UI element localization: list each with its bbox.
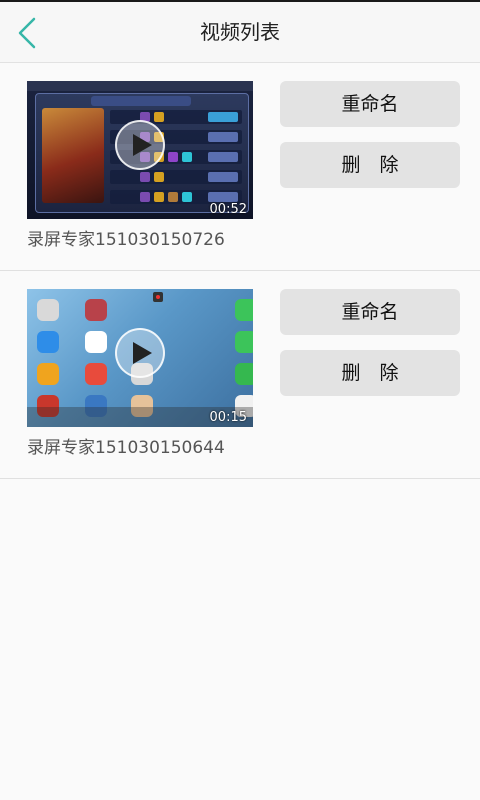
thumbnail-image: [91, 96, 191, 106]
rename-button[interactable]: 重命名: [280, 81, 460, 127]
thumbnail-image: [140, 172, 150, 182]
video-duration: 00:15: [209, 410, 247, 425]
thumbnail-image: [182, 192, 192, 202]
app-icon: [85, 363, 107, 385]
thumbnail-image: [110, 170, 242, 184]
app-icon: [85, 331, 107, 353]
video-thumbnail[interactable]: 00:52: [27, 81, 253, 219]
thumbnail-image: [168, 192, 178, 202]
video-list-item: 00:52 录屏专家151030150726 重命名 删 除: [0, 63, 480, 271]
app-icon: [37, 363, 59, 385]
thumbnail-image: [154, 112, 164, 122]
thumbnail-image: [208, 132, 238, 142]
thumbnail-image: [182, 152, 192, 162]
thumbnail-image: [208, 192, 238, 202]
video-list-item: 00:15 录屏专家151030150644 重命名 删 除: [0, 271, 480, 479]
app-icon: [37, 299, 59, 321]
thumbnail-image: [42, 108, 104, 203]
title-bar: 视频列表: [0, 2, 480, 63]
app-icon: [235, 299, 253, 321]
thumbnail-image: [208, 112, 238, 122]
thumbnail-image: [27, 81, 253, 91]
rename-button[interactable]: 重命名: [280, 289, 460, 335]
page-title: 视频列表: [200, 20, 280, 44]
delete-button[interactable]: 删 除: [280, 350, 460, 396]
play-icon: [133, 342, 152, 364]
video-filename: 录屏专家151030150644: [27, 438, 225, 458]
app-icon: [235, 331, 253, 353]
thumbnail-image: [140, 192, 150, 202]
video-filename: 录屏专家151030150726: [27, 230, 225, 250]
app-icon: [37, 331, 59, 353]
thumbnail-image: [208, 152, 238, 162]
delete-button[interactable]: 删 除: [280, 142, 460, 188]
app-icon: [235, 363, 253, 385]
thumbnail-image: [154, 192, 164, 202]
thumbnail-image: [154, 172, 164, 182]
play-icon[interactable]: [115, 328, 165, 378]
video-duration: 00:52: [209, 202, 247, 217]
record-indicator-icon: [153, 292, 163, 302]
app-icon: [85, 299, 107, 321]
play-icon[interactable]: [115, 120, 165, 170]
video-thumbnail[interactable]: 00:15: [27, 289, 253, 427]
thumbnail-image: [208, 172, 238, 182]
play-icon: [133, 134, 152, 156]
thumbnail-image: [168, 152, 178, 162]
